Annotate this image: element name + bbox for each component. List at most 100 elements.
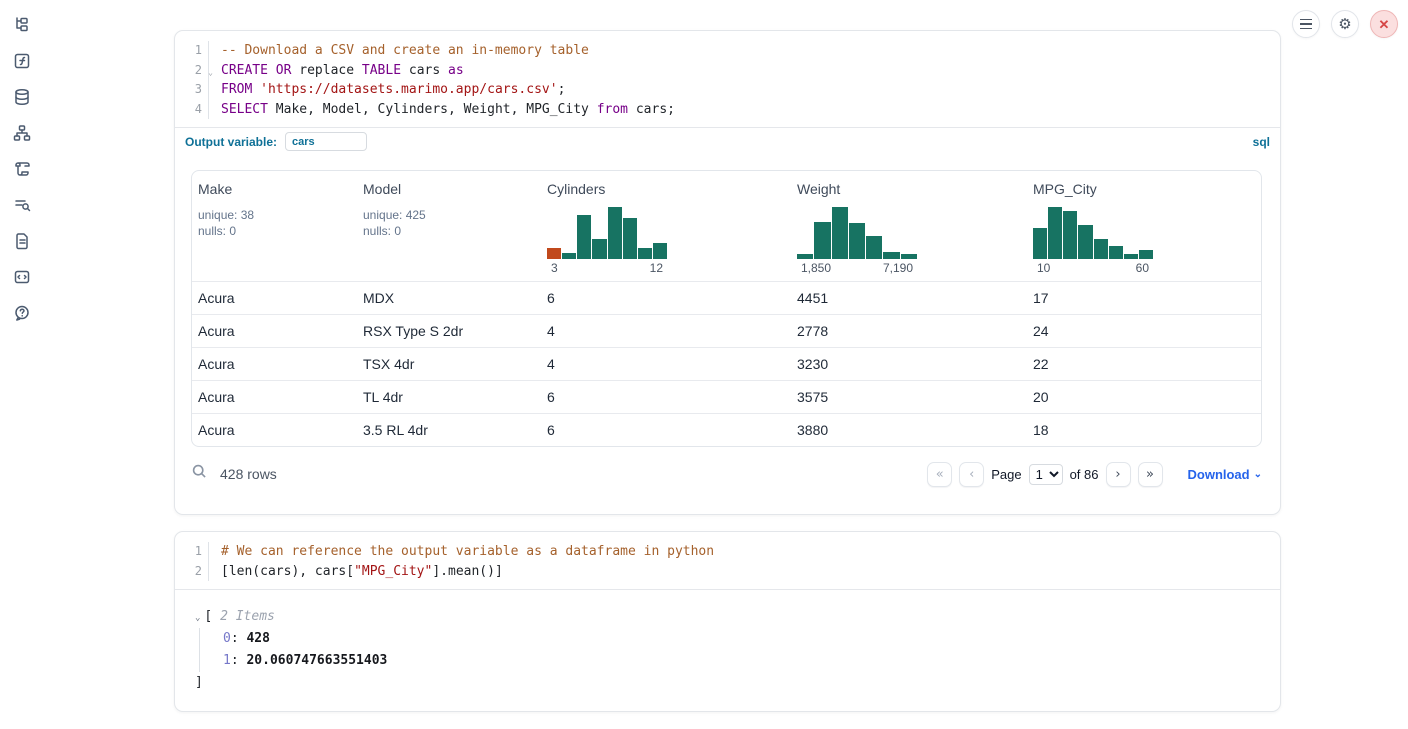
gear-icon: ⚙	[1338, 17, 1351, 32]
table-row: AcuraTL 4dr6357520	[192, 380, 1261, 413]
search-icon[interactable]	[191, 463, 208, 485]
histogram-bar	[1139, 250, 1153, 259]
table-cell: 24	[1027, 323, 1261, 339]
table-cell: Acura	[192, 422, 357, 438]
tree-entry: 1: 20.060747663551403	[195, 650, 1280, 672]
table-cell: Acura	[192, 290, 357, 306]
fold-chevron-icon[interactable]: ⌄	[208, 63, 213, 83]
histogram-bar	[547, 248, 561, 259]
prev-page-button[interactable]: ‹	[959, 462, 984, 487]
table-cell: 17	[1027, 290, 1261, 306]
column-name[interactable]: Model	[363, 181, 541, 197]
page-total: of 86	[1070, 467, 1099, 482]
histogram-axis: 1,8507,190	[797, 259, 917, 281]
variables-icon[interactable]	[7, 50, 37, 72]
settings-button[interactable]: ⚙	[1331, 10, 1359, 38]
histogram-bar	[1048, 207, 1062, 259]
axis-max-label: 60	[1136, 261, 1149, 275]
line-number: 2⌄	[195, 61, 202, 81]
logs-icon[interactable]	[7, 194, 37, 216]
python-code[interactable]: # We can reference the output variable a…	[221, 542, 714, 581]
column-name[interactable]: Make	[198, 181, 357, 197]
tree-close: ]	[195, 672, 1280, 694]
documentation-icon[interactable]	[7, 230, 37, 252]
table-body: AcuraMDX6445117AcuraRSX Type S 2dr427782…	[192, 281, 1261, 446]
line-number: 3	[195, 80, 202, 100]
table-cell: 3230	[791, 356, 1027, 372]
next-page-button[interactable]: ›	[1106, 462, 1131, 487]
histogram-axis: 312	[547, 259, 667, 281]
code-line[interactable]: FROM 'https://datasets.marimo.app/cars.c…	[221, 80, 675, 100]
line-number: 2	[195, 562, 202, 582]
column-name[interactable]: Weight	[797, 181, 1027, 197]
histogram-bar	[883, 252, 899, 259]
download-button[interactable]: Download ⌄	[1188, 467, 1263, 482]
snippets-icon[interactable]	[7, 266, 37, 288]
row-count: 428 rows	[220, 466, 277, 482]
help-icon[interactable]	[7, 302, 37, 324]
datasources-icon[interactable]	[7, 86, 37, 108]
chevron-down-icon: ⌄	[1254, 469, 1262, 480]
histogram-bar	[623, 218, 637, 259]
code-line[interactable]: [len(cars), cars["MPG_City"].mean()]	[221, 562, 714, 582]
column-stat: nulls: 0	[363, 223, 541, 239]
file-explorer-icon[interactable]	[7, 14, 37, 36]
table-footer: 428 rows « ‹ Page 1 of 86 › » Download ⌄	[191, 459, 1262, 489]
histogram-bar	[797, 254, 813, 259]
table-cell: 4	[541, 323, 791, 339]
column-header: MPG_City 1060	[1027, 181, 1261, 281]
output-tree: ⌄[ 2 Items 0: 4281: 20.060747663551403 ]	[175, 590, 1280, 694]
page-label: Page	[991, 467, 1021, 482]
table-cell: 6	[541, 389, 791, 405]
table-cell: 3880	[791, 422, 1027, 438]
first-page-button[interactable]: «	[927, 462, 952, 487]
histogram-bar	[1078, 225, 1092, 259]
column-stat: unique: 38	[198, 207, 357, 223]
table-cell: 4	[541, 356, 791, 372]
table-row: AcuraRSX Type S 2dr4277824	[192, 314, 1261, 347]
histogram-bar	[1109, 246, 1123, 259]
close-icon: ✕	[1379, 18, 1390, 31]
page-select[interactable]: 1	[1029, 464, 1063, 485]
shutdown-button[interactable]: ✕	[1370, 10, 1398, 38]
column-histogram: 312	[547, 207, 667, 281]
column-name[interactable]: Cylinders	[547, 181, 791, 197]
dependency-graph-icon[interactable]	[7, 122, 37, 144]
menu-button[interactable]	[1292, 10, 1320, 38]
tree-root: ⌄[ 2 Items	[195, 606, 1280, 628]
table-cell: Acura	[192, 356, 357, 372]
download-label: Download	[1188, 467, 1250, 482]
column-histogram: 1060	[1033, 207, 1153, 281]
table-row: AcuraTSX 4dr4323022	[192, 347, 1261, 380]
code-line[interactable]: -- Download a CSV and create an in-memor…	[221, 41, 675, 61]
table-cell: 6	[541, 422, 791, 438]
scratchpad-icon[interactable]	[7, 158, 37, 180]
code-line[interactable]: # We can reference the output variable a…	[221, 542, 714, 562]
sql-code-editor[interactable]: 12⌄34 -- Download a CSV and create an in…	[175, 31, 1280, 127]
table-cell: RSX Type S 2dr	[357, 323, 541, 339]
column-name[interactable]: MPG_City	[1033, 181, 1261, 197]
axis-min-label: 3	[551, 261, 558, 275]
notebook-actions: ⚙ ✕	[1292, 10, 1398, 38]
table-cell: Acura	[192, 323, 357, 339]
histogram-bar	[1094, 239, 1108, 259]
histogram-bar	[901, 254, 917, 259]
tree-items-count: 2 Items	[220, 609, 275, 624]
histogram-bar	[577, 215, 591, 259]
sql-code[interactable]: -- Download a CSV and create an in-memor…	[221, 41, 675, 119]
data-table: Make unique: 38 nulls: 0Modelunique: 425nu…	[191, 170, 1262, 447]
table-cell: MDX	[357, 290, 541, 306]
python-code-editor[interactable]: 12 # We can reference the output variabl…	[175, 532, 1280, 590]
output-variable-input[interactable]	[285, 132, 367, 151]
table-cell: TL 4dr	[357, 389, 541, 405]
pagination: « ‹ Page 1 of 86 › » Download ⌄	[927, 462, 1262, 487]
code-line[interactable]: CREATE OR replace TABLE cars as	[221, 61, 675, 81]
column-header: Modelunique: 425nulls: 0	[357, 181, 541, 281]
last-page-button[interactable]: »	[1138, 462, 1163, 487]
collapse-chevron-icon[interactable]: ⌄	[195, 613, 200, 623]
table-cell: 18	[1027, 422, 1261, 438]
line-number: 1	[195, 542, 202, 562]
code-line[interactable]: SELECT Make, Model, Cylinders, Weight, M…	[221, 100, 675, 120]
table-row: AcuraMDX6445117	[192, 281, 1261, 314]
histogram-bar	[832, 207, 848, 259]
